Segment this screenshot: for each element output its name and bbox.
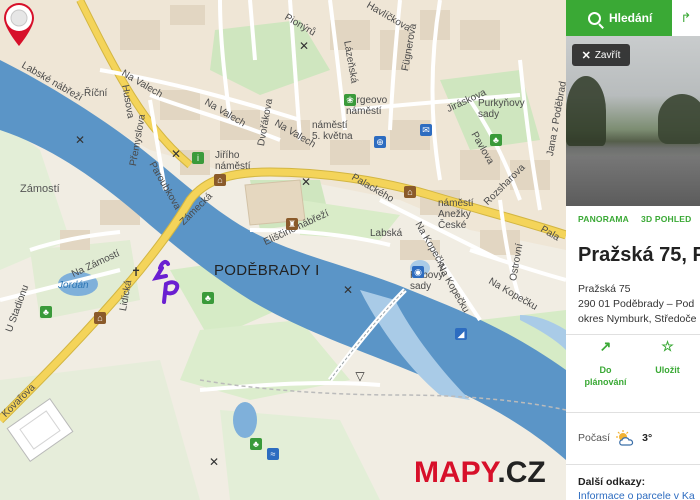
view-tabs: PANORAMA 3D POHLED: [578, 214, 691, 224]
restaurant-icon: ✕: [300, 175, 312, 189]
swim-icon: ≈: [267, 448, 279, 460]
tree-icon: ♣: [40, 306, 52, 318]
map-label-jiriho-namesti: Jiřího náměstí: [215, 150, 251, 172]
parking-annotation: [151, 259, 180, 304]
mail-icon: ✉: [420, 124, 432, 136]
address-line: okres Nymburk, Středoče: [578, 313, 697, 325]
map-label-ricni: Říční: [84, 88, 108, 99]
cadastre-link[interactable]: Informace o parcele v Ka: [578, 490, 695, 500]
route-arrow-icon: ↗: [599, 338, 612, 354]
search-icon: [588, 11, 601, 25]
map-label-zamosti: Zámostí: [20, 183, 60, 195]
star-icon: ☆: [661, 338, 674, 354]
map-graphics: [0, 0, 566, 500]
save-button[interactable]: ☆ Uložit: [640, 338, 695, 376]
place-address: Pražská 75 290 01 Poděbrady – Pod okres …: [578, 282, 696, 327]
leaf-icon: ❀: [344, 94, 356, 106]
tab-panorama[interactable]: PANORAMA: [578, 214, 629, 224]
address-line: 290 01 Poděbrady – Pod: [578, 298, 695, 310]
bus-icon: ⊕: [374, 136, 386, 148]
detail-panel: Hledání ↱ ✕ Zavřít PANORAMA 3D POHLED Pr…: [566, 0, 700, 500]
tree-icon: ♣: [202, 292, 214, 304]
cocktail-icon: ▽: [355, 369, 365, 383]
info-icon: i: [192, 152, 204, 164]
map-label-anezky-ceske: náměstí Anežky České: [438, 198, 474, 231]
monument-icon: ⌂: [404, 186, 416, 198]
tree-icon: ♣: [250, 438, 262, 450]
restaurant-icon: ✕: [298, 39, 310, 53]
close-button-label: Zavřít: [594, 49, 621, 61]
weather-label: Počasí: [578, 432, 611, 444]
plan-route-label: Do plánování: [584, 365, 627, 387]
tab-3d-view[interactable]: 3D POHLED: [641, 214, 691, 224]
place-title: Pražská 75, P: [578, 244, 700, 266]
map-label-purkynovy-sady: Purkyňovy sady: [478, 98, 525, 120]
plan-route-button[interactable]: ↗ Do plánování: [578, 338, 633, 388]
map-canvas[interactable]: Zámostí Jordán PODĚBRADY I Labské nábřež…: [0, 0, 566, 500]
location-pin-icon[interactable]: [0, 0, 38, 48]
search-button[interactable]: Hledání: [566, 0, 672, 36]
castle-icon: ♜: [286, 218, 298, 230]
restaurant-icon: ✕: [170, 147, 182, 161]
map-label-labska: Labská: [370, 228, 403, 239]
search-button-label: Hledání: [609, 11, 653, 25]
close-icon: ✕: [581, 49, 591, 62]
restaurant-icon: ✕: [208, 455, 220, 469]
hotel-icon: ⌂: [94, 312, 106, 324]
panorama-photo[interactable]: ✕ Zavřít: [566, 36, 700, 206]
close-button[interactable]: ✕ Zavřít: [572, 44, 630, 66]
tree-icon: ♣: [490, 134, 502, 146]
map-label-city: PODĚBRADY I: [214, 262, 320, 279]
restaurant-icon: ✕: [342, 283, 354, 297]
partly-cloudy-icon: [616, 430, 634, 446]
address-line: Pražská 75: [578, 283, 631, 295]
mapy-cz-logo: MAPY.CZ: [414, 456, 546, 490]
bench-icon: ◢: [455, 328, 467, 340]
fountain-icon: ◉: [412, 266, 424, 278]
route-icon[interactable]: ↱: [672, 0, 700, 36]
logo-main: MAPY: [414, 456, 498, 489]
museum-icon: ⌂: [214, 174, 226, 186]
logo-suffix: .CZ: [497, 456, 546, 489]
restaurant-icon: ✕: [74, 133, 86, 147]
save-label: Uložit: [655, 365, 680, 375]
links-title: Další odkazy:: [578, 476, 646, 488]
search-bar: Hledání ↱: [566, 0, 700, 36]
map-label-jordan: Jordán: [58, 280, 89, 291]
weather-temp: 3°: [642, 432, 653, 444]
map-label-namesti-5-kvetna: náměstí 5. května: [312, 120, 353, 142]
place-actions: ↗ Do plánování ☆ Uložit: [578, 338, 700, 400]
weather: Počasí 3°: [578, 430, 652, 446]
